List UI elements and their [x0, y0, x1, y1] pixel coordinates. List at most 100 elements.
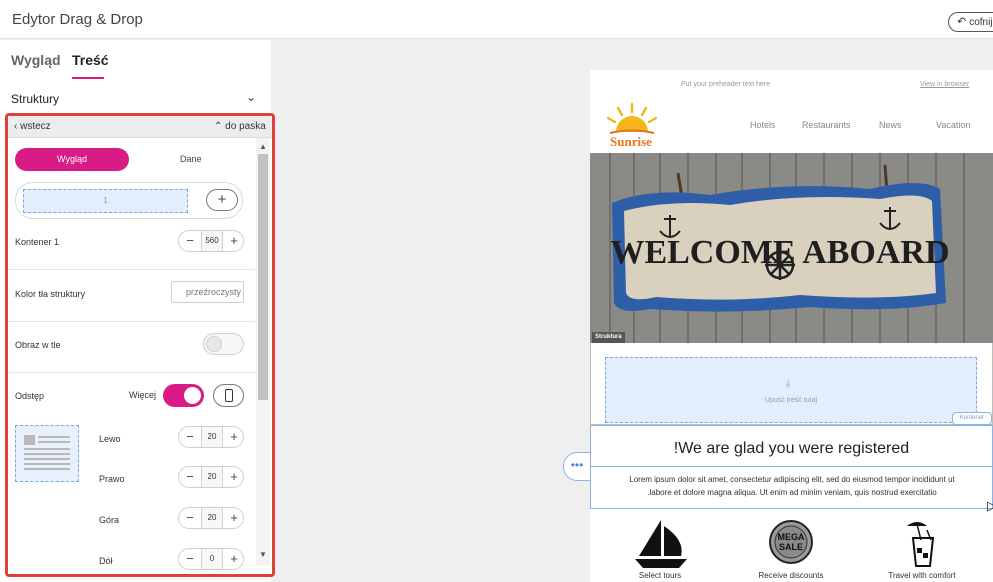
nav-link-news[interactable]: News [879, 120, 902, 130]
subtab-data[interactable]: Dane [180, 154, 202, 164]
app-title: Edytor Drag & Drop [12, 11, 143, 28]
divider [8, 321, 255, 322]
subtab-appearance[interactable]: Wygląd [15, 148, 129, 171]
mega-sale-icon: MEGA SALE [769, 520, 813, 564]
download-tray-icon: ⤓ [786, 378, 791, 389]
layout-column[interactable]: 1 [23, 189, 188, 213]
more-horizontal-icon: ••• [570, 458, 584, 472]
background-image-toggle[interactable] [203, 333, 244, 355]
spacing-bottom-label: Dół [99, 556, 113, 566]
email-canvas: Put your preheader text here View in bro… [590, 70, 993, 582]
spacing-top-label: Góra [99, 515, 120, 525]
more-label: Więcej [129, 390, 157, 400]
section-label: Struktury [11, 92, 60, 106]
minus-icon[interactable]: − [181, 510, 199, 526]
to-top-button[interactable]: ⌃ do paska [214, 121, 266, 132]
view-in-browser-link[interactable]: View in browser [920, 81, 969, 88]
undo-label: cofnij [969, 17, 993, 28]
background-image-label: Obraz w tle [15, 340, 61, 350]
plus-icon[interactable]: + [225, 429, 243, 445]
plus-icon[interactable]: + [225, 233, 243, 249]
feature-caption: Receive discounts [758, 571, 824, 580]
column-layout-selector: 1 + [15, 182, 243, 219]
nav-link-hotels[interactable]: Hotels [750, 120, 776, 130]
text-line [38, 436, 70, 438]
structure-tag[interactable]: Struktura [592, 332, 625, 343]
plus-icon[interactable]: + [225, 469, 243, 485]
undo-icon: ↶ [957, 16, 967, 28]
mobile-view-button[interactable] [213, 384, 244, 407]
text-line [38, 441, 70, 443]
body-text-block[interactable]: Lorem ipsum dolor sit amet, consectetur … [591, 466, 992, 510]
spacing-top-value[interactable]: 20 [201, 508, 223, 528]
feature-caption: Select tours [638, 571, 682, 580]
spacing-left-stepper[interactable]: − 20 + [178, 426, 244, 448]
background-color-input[interactable]: przeźroczysty [171, 281, 244, 303]
feature-receive-discounts[interactable]: MEGA SALE Receive discounts [736, 518, 846, 580]
back-button[interactable]: ‹ wstecz [14, 121, 51, 132]
spacing-right-stepper[interactable]: − 20 + [178, 466, 244, 488]
hero-image[interactable]: WELCOME ABOARD [590, 153, 993, 343]
spacing-bottom-stepper[interactable]: − 0 + [178, 548, 244, 570]
divider [8, 269, 255, 270]
container-label: Kontener 1 [15, 237, 60, 247]
scroll-down-arrow-icon[interactable]: ▼ [259, 550, 267, 559]
minus-icon[interactable]: − [181, 551, 199, 567]
drop-zone-text: Upuść treść tutaj [764, 397, 818, 404]
spacing-left-value[interactable]: 20 [201, 427, 223, 447]
tab-content[interactable]: Treść [72, 52, 109, 68]
nav-link-vacation[interactable]: Vacation [936, 120, 970, 130]
nav-link-restaurants[interactable]: Restaurants [802, 120, 851, 130]
spacing-bottom-value[interactable]: 0 [201, 549, 223, 569]
container-width-value[interactable]: 560 [201, 231, 223, 251]
plus-icon: + [217, 191, 227, 208]
minus-icon[interactable]: − [181, 233, 199, 249]
plus-icon[interactable]: + [225, 510, 243, 526]
minus-icon[interactable]: − [181, 469, 199, 485]
text-block[interactable]: !We are glad you were registered Lorem i… [590, 425, 993, 509]
feature-select-tours[interactable]: Select tours [605, 518, 715, 580]
active-tab-indicator [72, 77, 104, 79]
feature-travel-comfort[interactable]: Travel with comfort [867, 518, 977, 580]
add-column-button[interactable]: + [206, 189, 238, 211]
drop-zone[interactable]: ⤓ Upuść treść tutaj [605, 357, 977, 423]
toggle-knob [184, 387, 201, 404]
more-spacing-toggle[interactable] [163, 384, 204, 407]
undo-button[interactable]: ↶ cofnij [948, 12, 993, 32]
container-width-stepper[interactable]: − 560 + [178, 230, 244, 252]
minus-icon[interactable]: − [181, 429, 199, 445]
email-heading[interactable]: !We are glad you were registered [591, 440, 992, 458]
cocktail-icon [907, 522, 935, 567]
feature-caption: Travel with comfort [888, 571, 956, 580]
spacing-right-label: Prawo [99, 474, 125, 484]
scroll-up-arrow-icon[interactable]: ▲ [259, 142, 267, 151]
preheader-text[interactable]: Put your preheader text here [681, 81, 770, 88]
text-line [24, 453, 70, 455]
top-bar: Edytor Drag & Drop ↶ cofnij [0, 0, 993, 39]
welcome-aboard-sign-image: WELCOME ABOARD [590, 153, 993, 343]
scroll-thumb[interactable] [258, 154, 268, 400]
toggle-knob [206, 336, 222, 352]
sailboat-icon [635, 520, 687, 568]
spacing-top-stepper[interactable]: − 20 + [178, 507, 244, 529]
sunrise-logo[interactable]: Sunrise [604, 102, 660, 150]
spacing-right-value[interactable]: 20 [201, 467, 223, 487]
tab-appearance[interactable]: Wygląd [11, 52, 61, 68]
spacing-label: Odstęp [15, 391, 45, 401]
plus-icon[interactable]: + [225, 551, 243, 567]
spacing-preview-thumbnail [15, 425, 79, 482]
settings-scrollbar[interactable]: ▲ ▼ [256, 138, 270, 565]
settings-nav-bar: ‹ wstecz ⌃ do paska [8, 116, 272, 138]
structures-section-header[interactable]: Struktury ⌄ [0, 84, 271, 114]
chevron-up-icon: ⌃ [214, 121, 226, 132]
spacing-left-label: Lewo [99, 434, 121, 444]
body-text-line-2: .labore et dolore magna aliqua. Ut enim … [647, 488, 937, 497]
selected-structure[interactable]: ⤓ Upuść treść tutaj [590, 343, 993, 425]
to-top-label: do paska [225, 121, 266, 132]
chevron-down-icon: ⌄ [246, 90, 257, 104]
text-line [24, 463, 70, 465]
body-text[interactable]: Lorem ipsum dolor sit amet, consectetur … [597, 473, 987, 499]
container-tag[interactable]: Kontener [952, 412, 992, 425]
structure-options-handle[interactable]: ••• [563, 452, 590, 481]
back-label: wstecz [20, 121, 51, 132]
